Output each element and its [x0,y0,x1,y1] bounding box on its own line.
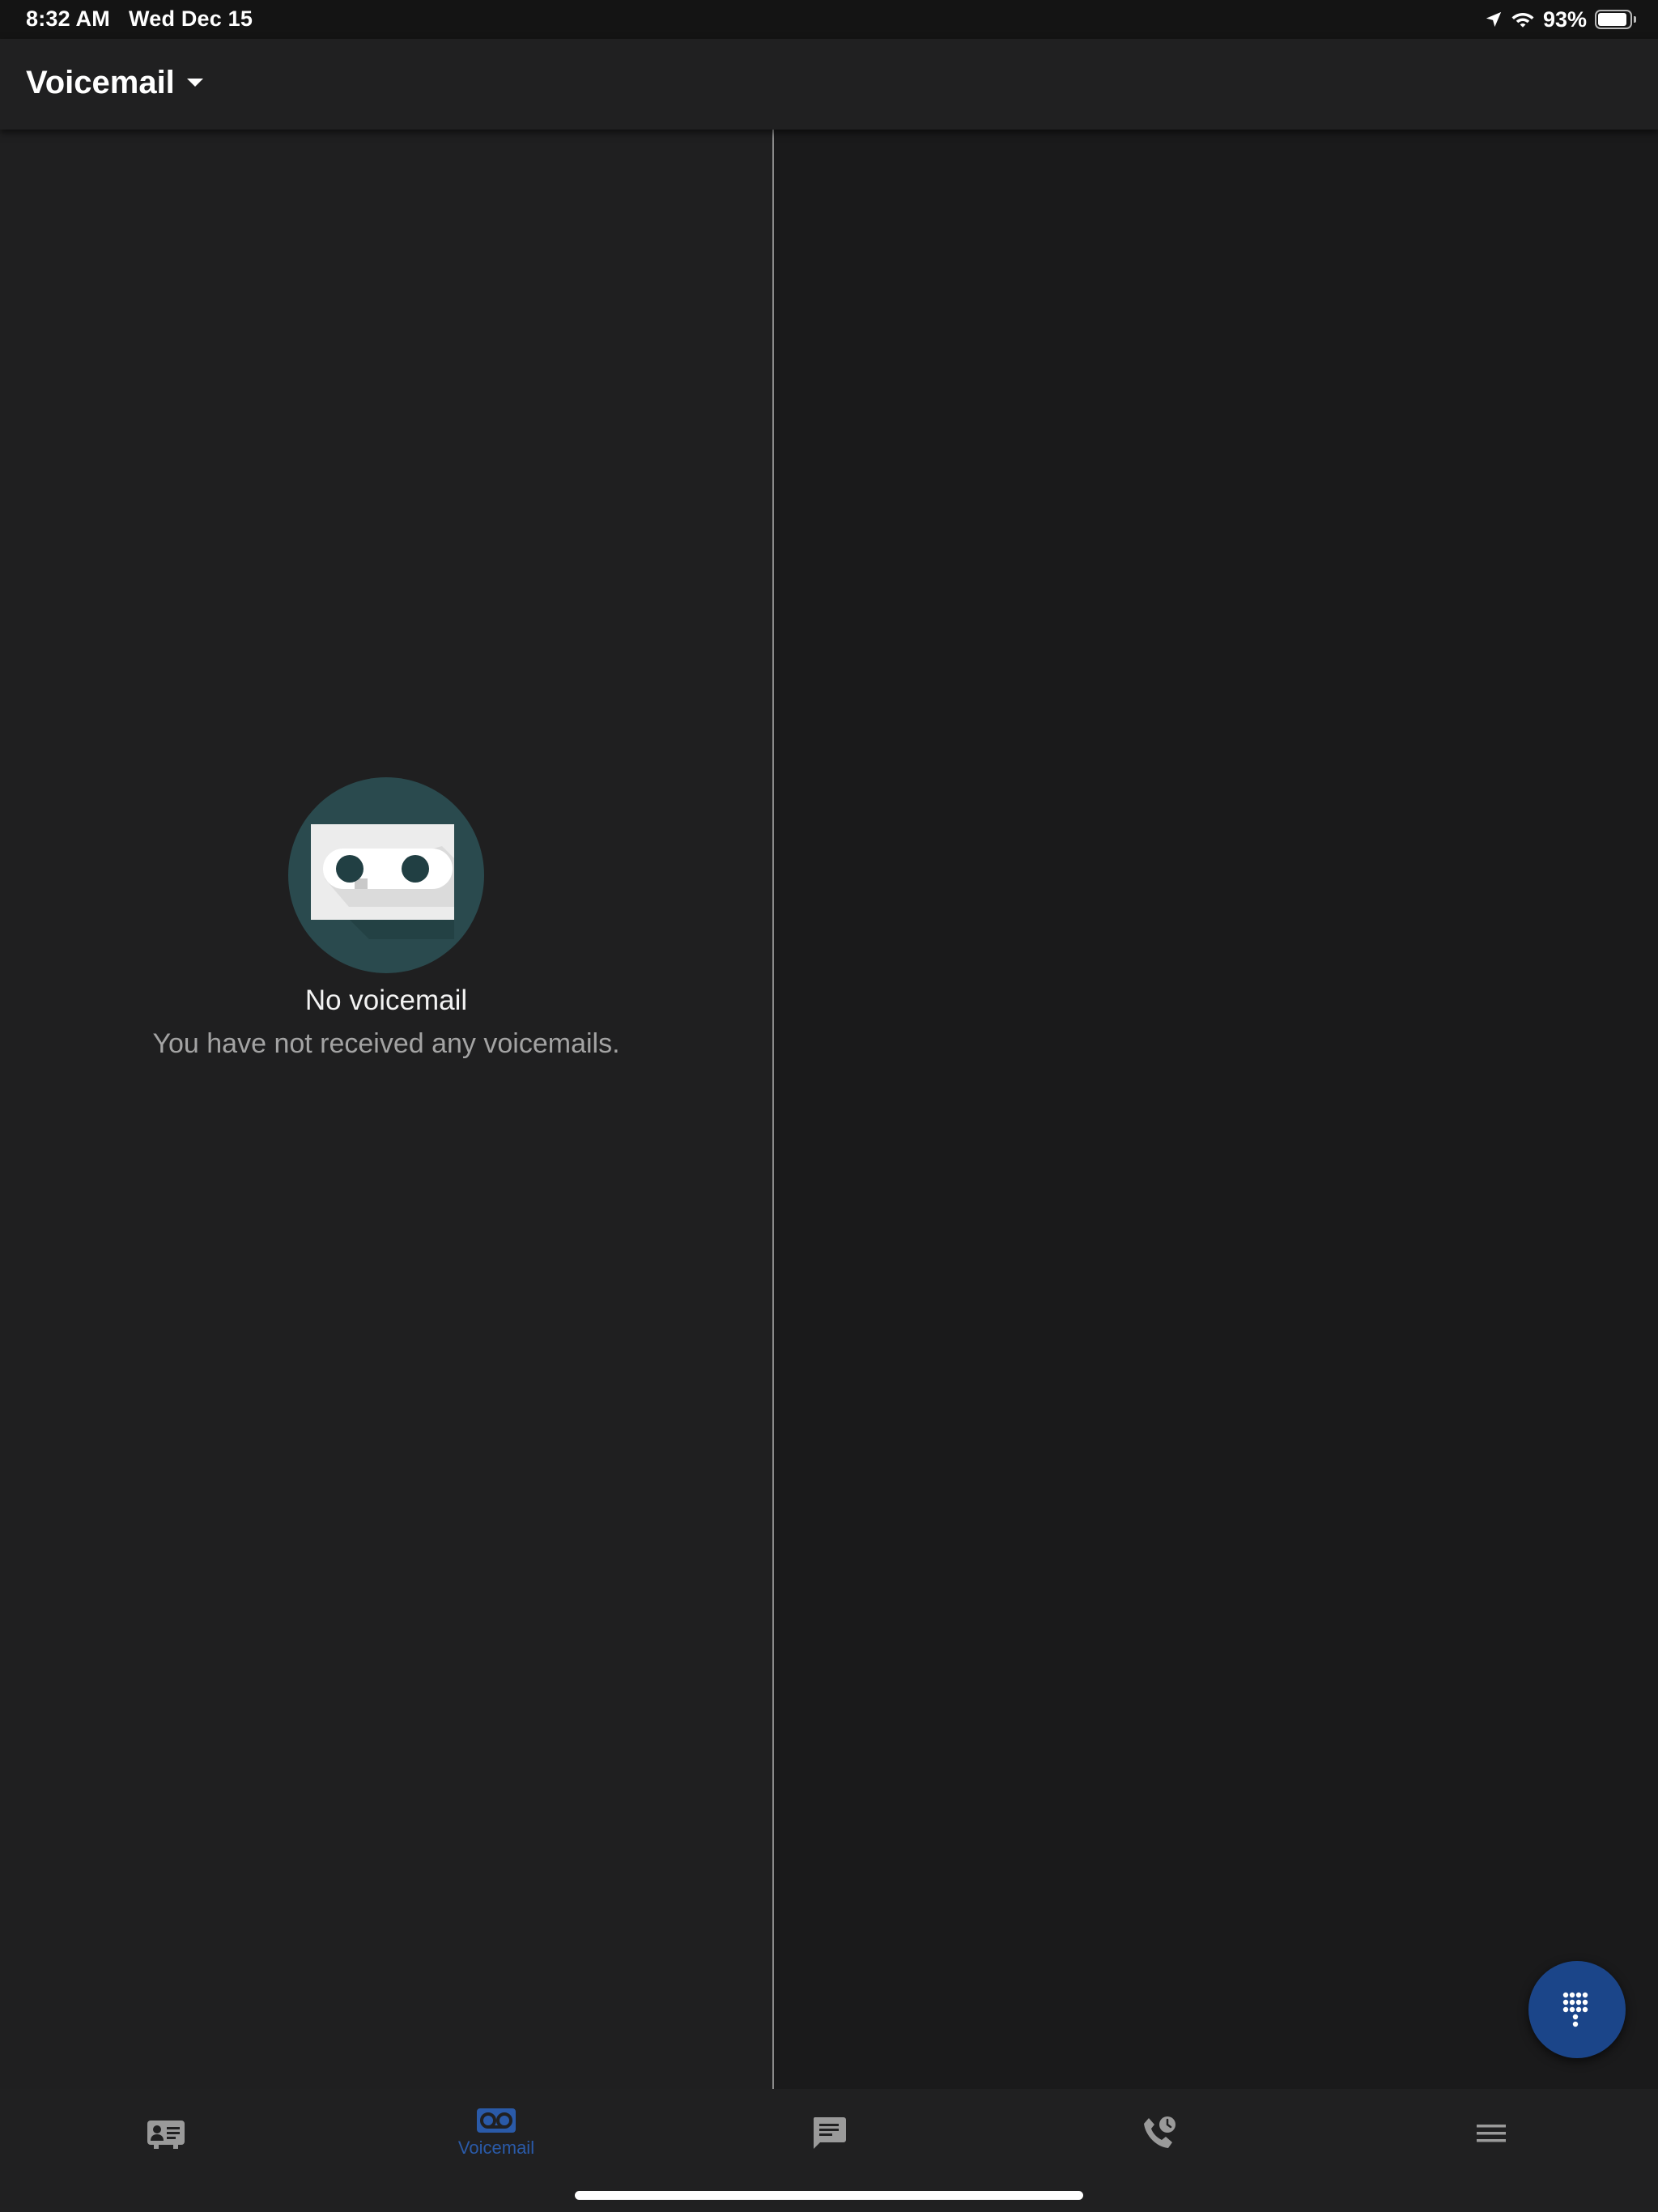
status-time: 8:32 AM [26,6,110,31]
nav-item-contacts[interactable] [45,2089,287,2178]
location-arrow-icon [1486,11,1502,28]
battery-percent: 93% [1542,6,1587,32]
wifi-icon [1511,13,1534,28]
nav-item-messages[interactable] [708,2089,950,2178]
status-time-date: 8:32 AM Wed Dec 15 [26,6,253,32]
detail-pane [774,130,1658,2089]
nav-item-call-history[interactable] [1038,2089,1281,2178]
status-bar: 8:32 AM Wed Dec 15 93% [0,0,1658,39]
dialpad-button[interactable] [1528,1961,1626,2058]
home-indicator[interactable] [575,2191,1083,2200]
voicemail-illustration [288,777,484,973]
battery-tip [1634,16,1636,23]
voicemail-screen: 8:32 AM Wed Dec 15 93% Voicemail No voic… [0,0,1658,2212]
empty-state-title: No voicemail [304,985,468,1016]
empty-state-subtitle: You have not received any voicemails. [152,1028,620,1059]
status-date: Wed Dec 15 [129,6,253,31]
nav-label-voicemail: Voicemail [457,2138,535,2158]
menu-icon [1477,2125,1506,2142]
app-bar: Voicemail [0,39,1658,130]
chat-icon [813,2117,846,2149]
nav-item-more[interactable] [1370,2089,1613,2178]
battery-icon [1595,10,1636,29]
dialpad-icon [1562,1992,1588,2027]
view-selector-dropdown[interactable]: Voicemail [26,60,204,105]
page-title: Voicemail [26,64,175,100]
contacts-card-icon [147,2121,185,2149]
voicemail-list-pane [0,130,772,2089]
status-indicators: 93% [1485,5,1636,34]
battery-level-fill [1598,13,1626,26]
voicemail-icon [477,2108,516,2133]
empty-state: No voicemail You have not received any v… [0,777,772,1060]
nav-item-voicemail[interactable]: Voicemail [375,2089,618,2178]
call-history-icon [1144,2116,1175,2148]
caret-down-icon [186,79,203,87]
